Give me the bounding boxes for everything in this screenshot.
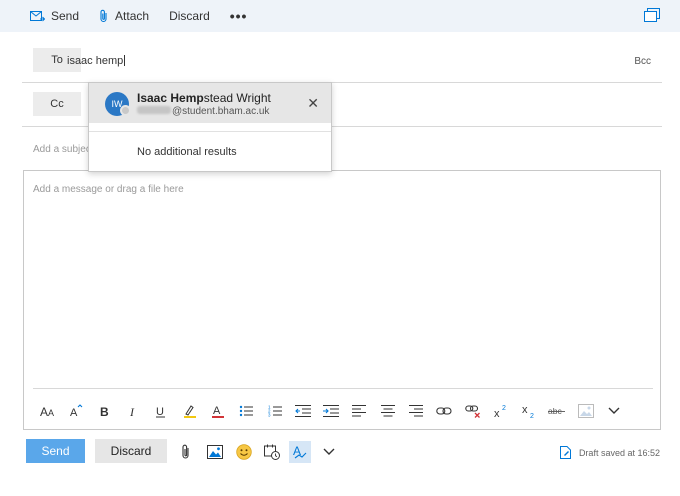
grow-font-icon[interactable]: A	[62, 400, 90, 422]
emoji-icon[interactable]	[233, 441, 255, 463]
align-left-icon[interactable]	[345, 400, 373, 422]
font-color-icon[interactable]: A	[204, 400, 232, 422]
paperclip-icon	[100, 9, 107, 23]
text-caret	[124, 55, 126, 66]
attach-command-label: Attach	[115, 9, 150, 23]
italic-icon[interactable]: I	[119, 400, 147, 422]
svg-text:x: x	[522, 404, 528, 416]
no-results-text: No additional results	[137, 146, 237, 158]
bcc-link[interactable]: Bcc	[634, 56, 651, 67]
svg-text:2: 2	[530, 413, 534, 418]
discard-command-label: Discard	[169, 9, 210, 23]
send-button[interactable]: Send	[26, 439, 85, 463]
cc-button[interactable]: Cc	[33, 92, 81, 116]
format-divider	[33, 388, 653, 389]
to-input[interactable]: isaac hemp	[67, 55, 126, 67]
popout-icon[interactable]	[644, 8, 660, 27]
remove-link-icon[interactable]	[458, 400, 486, 422]
underline-icon[interactable]: U	[147, 400, 175, 422]
draft-icon	[559, 446, 571, 459]
schedule-icon[interactable]	[261, 441, 283, 463]
svg-text:A: A	[48, 408, 54, 418]
send-command[interactable]: Send	[30, 9, 79, 23]
increase-indent-icon[interactable]	[317, 400, 345, 422]
presence-status-icon	[120, 105, 131, 116]
message-body-placeholder: Add a message or drag a file here	[33, 184, 184, 195]
attach-command[interactable]: Attach	[99, 9, 149, 23]
strikethrough-icon[interactable]: abc	[543, 400, 571, 422]
formatting-toolbar: AA A B I U A 123 x2 x2 abc	[34, 400, 628, 422]
more-options-chevron-icon[interactable]	[318, 441, 340, 463]
more-formatting-icon[interactable]	[600, 400, 628, 422]
to-input-value: isaac hemp	[67, 55, 124, 67]
svg-text:U: U	[156, 406, 164, 418]
superscript-icon[interactable]: x2	[487, 400, 515, 422]
suggestion-email-domain: @student.bham.ac.uk	[172, 106, 270, 117]
svg-text:2: 2	[502, 405, 506, 412]
message-body[interactable]: Add a message or drag a file here AA A B…	[23, 170, 661, 430]
subject-input[interactable]: Add a subject	[33, 144, 94, 155]
format-text-icon[interactable]: A	[289, 441, 311, 463]
svg-text:3: 3	[268, 413, 271, 418]
svg-text:B: B	[100, 405, 109, 418]
svg-text:x: x	[494, 408, 500, 418]
align-right-icon[interactable]	[402, 400, 430, 422]
close-icon[interactable]: ✕	[307, 95, 319, 112]
highlight-icon[interactable]	[175, 400, 203, 422]
suggestion-email: @student.bham.ac.uk	[137, 106, 269, 117]
contact-suggestions-dropdown: IW Isaac Hempstead Wright @student.bham.…	[88, 82, 332, 172]
svg-text:A: A	[213, 405, 221, 417]
insert-link-icon[interactable]	[430, 400, 458, 422]
suggestion-divider	[89, 131, 331, 132]
insert-picture-icon[interactable]	[572, 400, 600, 422]
redacted-email-local	[137, 106, 171, 114]
discard-command[interactable]: Discard	[169, 9, 210, 23]
insert-image-icon[interactable]	[204, 441, 226, 463]
align-center-icon[interactable]	[374, 400, 402, 422]
attach-file-icon[interactable]	[175, 441, 197, 463]
command-bar: Send Attach Discard •••	[0, 0, 680, 32]
draft-status: Draft saved at 16:52	[559, 446, 660, 459]
suggestion-name-rest: stead Wright	[203, 91, 271, 105]
svg-text:A: A	[70, 407, 78, 418]
decrease-indent-icon[interactable]	[289, 400, 317, 422]
discard-button[interactable]: Discard	[95, 439, 167, 463]
subscript-icon[interactable]: x2	[515, 400, 543, 422]
suggestion-item[interactable]: IW Isaac Hempstead Wright @student.bham.…	[89, 83, 331, 123]
draft-status-text: Draft saved at 16:52	[578, 447, 660, 458]
numbering-icon[interactable]: 123	[260, 400, 288, 422]
svg-text:I: I	[129, 405, 135, 418]
bold-icon[interactable]: B	[91, 400, 119, 422]
suggestion-name-match: Isaac Hemp	[137, 91, 204, 105]
more-options-icon[interactable]: •••	[230, 8, 248, 24]
send-command-label: Send	[51, 9, 80, 23]
svg-text:A: A	[40, 405, 48, 418]
bullets-icon[interactable]	[232, 400, 260, 422]
send-icon	[30, 10, 45, 21]
font-size-icon[interactable]: AA	[34, 400, 62, 422]
compose-window: Send Attach Discard ••• To isaac hemp Bc…	[0, 0, 680, 496]
suggestion-name: Isaac Hempstead Wright	[137, 91, 271, 105]
